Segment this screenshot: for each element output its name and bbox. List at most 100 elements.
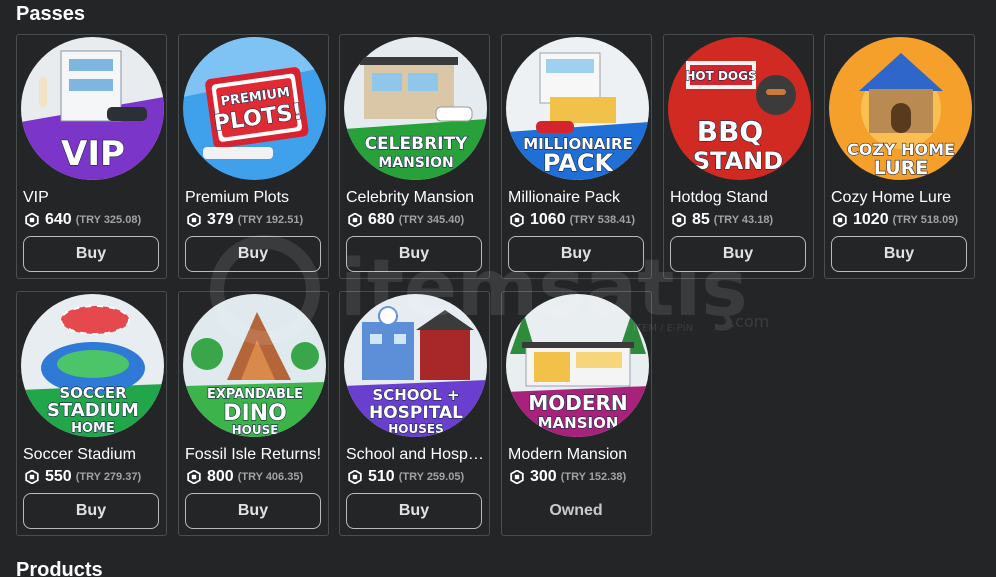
thumb-text: HOUSE bbox=[232, 423, 279, 437]
robux-icon bbox=[25, 470, 39, 484]
thumb-text: CELEBRITY bbox=[365, 134, 469, 154]
pass-thumbnail[interactable]: COZY HOME LURE bbox=[829, 37, 972, 180]
pass-thumbnail[interactable]: MILLIONAIRE PACK bbox=[506, 37, 649, 180]
pass-thumbnail[interactable]: SOCCER STADIUM HOME bbox=[21, 294, 164, 437]
price-row: 300 (TRY 152.38) bbox=[510, 468, 626, 486]
robux-icon bbox=[187, 470, 201, 484]
price-value: 640 bbox=[45, 211, 72, 228]
price-row: 550 (TRY 279.37) bbox=[25, 468, 141, 486]
try-price: (TRY 259.05) bbox=[398, 471, 465, 483]
pass-card-celebrity-mansion[interactable]: CELEBRITY MANSION Celebrity Mansion 680 … bbox=[339, 34, 490, 279]
buy-button[interactable]: Buy bbox=[670, 236, 806, 272]
price-row: 640 (TRY 325.08) bbox=[25, 211, 141, 229]
pass-card-modern-mansion[interactable]: MODERN MANSION Modern Mansion 300 (TRY 1… bbox=[501, 291, 652, 536]
pass-name: Soccer Stadium bbox=[23, 446, 136, 463]
price-value: 300 bbox=[530, 468, 557, 485]
pass-name: VIP bbox=[23, 189, 49, 206]
pass-thumbnail[interactable]: SCHOOL + HOSPITAL HOUSES bbox=[344, 294, 487, 437]
thumb-text: STADIUM bbox=[47, 400, 139, 421]
thumb-text: SCHOOL + bbox=[372, 386, 459, 404]
passes-title: Passes bbox=[16, 3, 85, 25]
price-value: 510 bbox=[368, 468, 395, 485]
pass-thumbnail[interactable]: PREMIUM PLOTS! bbox=[183, 37, 326, 180]
robux-icon bbox=[672, 213, 686, 227]
pass-name: Celebrity Mansion bbox=[346, 189, 475, 206]
robux-icon bbox=[510, 470, 524, 484]
pass-name: Millionaire Pack bbox=[508, 189, 621, 206]
thumb-text: MANSION bbox=[538, 414, 619, 432]
thumb-text: MODERN bbox=[528, 391, 627, 415]
buy-button[interactable]: Buy bbox=[185, 493, 321, 529]
try-price: (TRY 152.38) bbox=[560, 471, 627, 483]
price-value: 85 bbox=[692, 211, 710, 228]
thumb-text: BBQ bbox=[697, 115, 764, 148]
pass-thumbnail[interactable]: MODERN MANSION bbox=[506, 294, 649, 437]
pass-card-fossil-isle[interactable]: EXPANDABLE DINO HOUSE Fossil Isle Return… bbox=[178, 291, 329, 536]
pass-name: Hotdog Stand bbox=[670, 189, 768, 206]
thumb-text: HOSPITAL bbox=[369, 403, 463, 423]
thumb-text: MANSION bbox=[378, 155, 453, 171]
try-price: (TRY 192.51) bbox=[237, 214, 304, 226]
pass-card-millionaire-pack[interactable]: MILLIONAIRE PACK Millionaire Pack 1060 (… bbox=[501, 34, 652, 279]
thumb-text: EXPANDABLE bbox=[207, 387, 303, 402]
price-row: 510 (TRY 259.05) bbox=[348, 468, 464, 486]
buy-button[interactable]: Buy bbox=[185, 236, 321, 272]
watermark-tld: .com bbox=[730, 312, 769, 331]
try-price: (TRY 43.18) bbox=[713, 214, 774, 226]
owned-label: Owned bbox=[549, 502, 603, 519]
buy-button[interactable]: Buy bbox=[346, 236, 482, 272]
try-price: (TRY 345.40) bbox=[398, 214, 465, 226]
robux-icon bbox=[25, 213, 39, 227]
price-row: 800 (TRY 406.35) bbox=[187, 468, 303, 486]
price-value: 680 bbox=[368, 211, 395, 228]
price-value: 1020 bbox=[853, 211, 889, 228]
try-price: (TRY 325.08) bbox=[75, 214, 142, 226]
buy-button[interactable]: Buy bbox=[23, 236, 159, 272]
pass-thumbnail[interactable]: EXPANDABLE DINO HOUSE bbox=[183, 294, 326, 437]
pass-name: School and Hospital Houses bbox=[346, 446, 485, 463]
robux-icon bbox=[187, 213, 201, 227]
thumb-text: VIP bbox=[61, 134, 125, 174]
thumb-text: LURE bbox=[874, 157, 928, 179]
robux-icon bbox=[833, 213, 847, 227]
try-price: (TRY 406.35) bbox=[237, 471, 304, 483]
products-title: Products bbox=[16, 559, 103, 577]
price-row: 1020 (TRY 518.09) bbox=[833, 211, 958, 229]
price-row: 379 (TRY 192.51) bbox=[187, 211, 303, 229]
pass-thumbnail[interactable]: VIP bbox=[21, 37, 164, 180]
robux-icon bbox=[348, 213, 362, 227]
thumb-text: HOT DOGS bbox=[685, 69, 756, 83]
price-row: 1060 (TRY 538.41) bbox=[510, 211, 635, 229]
price-value: 379 bbox=[207, 211, 234, 228]
thumb-text: HOUSES bbox=[388, 422, 443, 436]
price-row: 85 (TRY 43.18) bbox=[672, 211, 773, 229]
pass-card-vip[interactable]: VIP VIP 640 (TRY 325.08) Buy bbox=[16, 34, 167, 279]
pass-name: Fossil Isle Returns! bbox=[185, 446, 322, 463]
price-value: 800 bbox=[207, 468, 234, 485]
pass-card-cozy-home-lure[interactable]: COZY HOME LURE Cozy Home Lure 1020 (TRY … bbox=[824, 34, 975, 279]
pass-name: Cozy Home Lure bbox=[831, 189, 952, 206]
try-price: (TRY 518.09) bbox=[892, 214, 959, 226]
try-price: (TRY 538.41) bbox=[569, 214, 636, 226]
pass-card-hotdog-stand[interactable]: HOT DOGS BBQ STAND Hotdog Stand 85 (TRY … bbox=[663, 34, 814, 279]
thumb-text: STAND bbox=[693, 147, 783, 175]
pass-name: Modern Mansion bbox=[508, 446, 628, 463]
buy-button[interactable]: Buy bbox=[23, 493, 159, 529]
thumb-text: HOME bbox=[71, 421, 115, 436]
robux-icon bbox=[348, 470, 362, 484]
robux-icon bbox=[510, 213, 524, 227]
price-value: 1060 bbox=[530, 211, 566, 228]
pass-card-school-hospital[interactable]: SCHOOL + HOSPITAL HOUSES School and Hosp… bbox=[339, 291, 490, 536]
price-value: 550 bbox=[45, 468, 72, 485]
thumb-text: PACK bbox=[543, 149, 615, 177]
pass-card-soccer-stadium[interactable]: SOCCER STADIUM HOME Soccer Stadium 550 (… bbox=[16, 291, 167, 536]
try-price: (TRY 279.37) bbox=[75, 471, 142, 483]
pass-thumbnail[interactable]: HOT DOGS BBQ STAND bbox=[668, 37, 811, 180]
buy-button[interactable]: Buy bbox=[831, 236, 967, 272]
pass-name: Premium Plots bbox=[185, 189, 290, 206]
pass-thumbnail[interactable]: CELEBRITY MANSION bbox=[344, 37, 487, 180]
price-row: 680 (TRY 345.40) bbox=[348, 211, 464, 229]
buy-button[interactable]: Buy bbox=[508, 236, 644, 272]
pass-card-premium-plots[interactable]: PREMIUM PLOTS! Premium Plots 379 (TRY 19… bbox=[178, 34, 329, 279]
buy-button[interactable]: Buy bbox=[346, 493, 482, 529]
